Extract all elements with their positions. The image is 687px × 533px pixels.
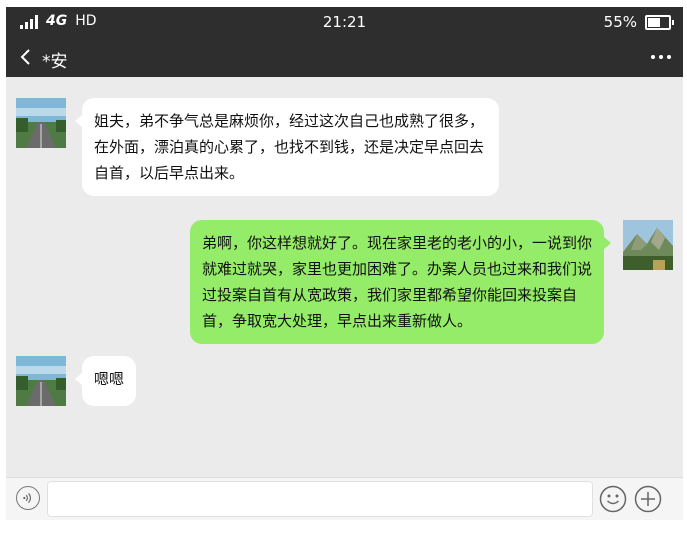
battery-icon bbox=[645, 14, 674, 30]
message-bubble-1[interactable]: 姐夫，弟不争气总是麻烦你，经过这次自己也成熟了很多，在外面，漂泊真的心累了，也找… bbox=[75, 98, 499, 196]
mountain-landscape-avatar[interactable] bbox=[623, 220, 673, 270]
landscape-road-avatar[interactable] bbox=[16, 356, 66, 406]
message-bubble-3[interactable]: 嗯嗯 bbox=[75, 356, 136, 406]
chat-screen: 4G HD 21:21 55% *安 姐夫，弟不争气总是麻烦你，经过这次自己也成… bbox=[6, 7, 683, 520]
message-input[interactable] bbox=[47, 481, 593, 517]
status-bar: 4G HD 21:21 55% bbox=[6, 7, 683, 37]
chat-header: *安 bbox=[6, 37, 683, 77]
message-text-2: 弟啊，你这样想就好了。现在家里老的老小的小，一说到你就难过就哭，家里也更加困难了… bbox=[202, 234, 593, 330]
more-dots-icon[interactable] bbox=[649, 47, 673, 67]
chevron-left-icon[interactable] bbox=[18, 47, 34, 67]
landscape-road-avatar[interactable] bbox=[16, 98, 66, 148]
voice-icon[interactable] bbox=[16, 486, 40, 510]
battery-percent: 55% bbox=[603, 13, 637, 31]
input-bar bbox=[6, 477, 683, 520]
status-time: 21:21 bbox=[322, 13, 367, 31]
message-text-3: 嗯嗯 bbox=[94, 370, 125, 388]
message-bubble-2[interactable]: 弟啊，你这样想就好了。现在家里老的老小的小，一说到你就难过就哭，家里也更加困难了… bbox=[190, 220, 611, 344]
message-text-1: 姐夫，弟不争气总是麻烦你，经过这次自己也成熟了很多，在外面，漂泊真的心累了，也找… bbox=[94, 112, 485, 182]
chat-title: *安 bbox=[42, 52, 68, 72]
status-right: 55% bbox=[603, 13, 674, 31]
emoji-icon[interactable] bbox=[598, 484, 628, 514]
plus-icon[interactable] bbox=[633, 484, 663, 514]
